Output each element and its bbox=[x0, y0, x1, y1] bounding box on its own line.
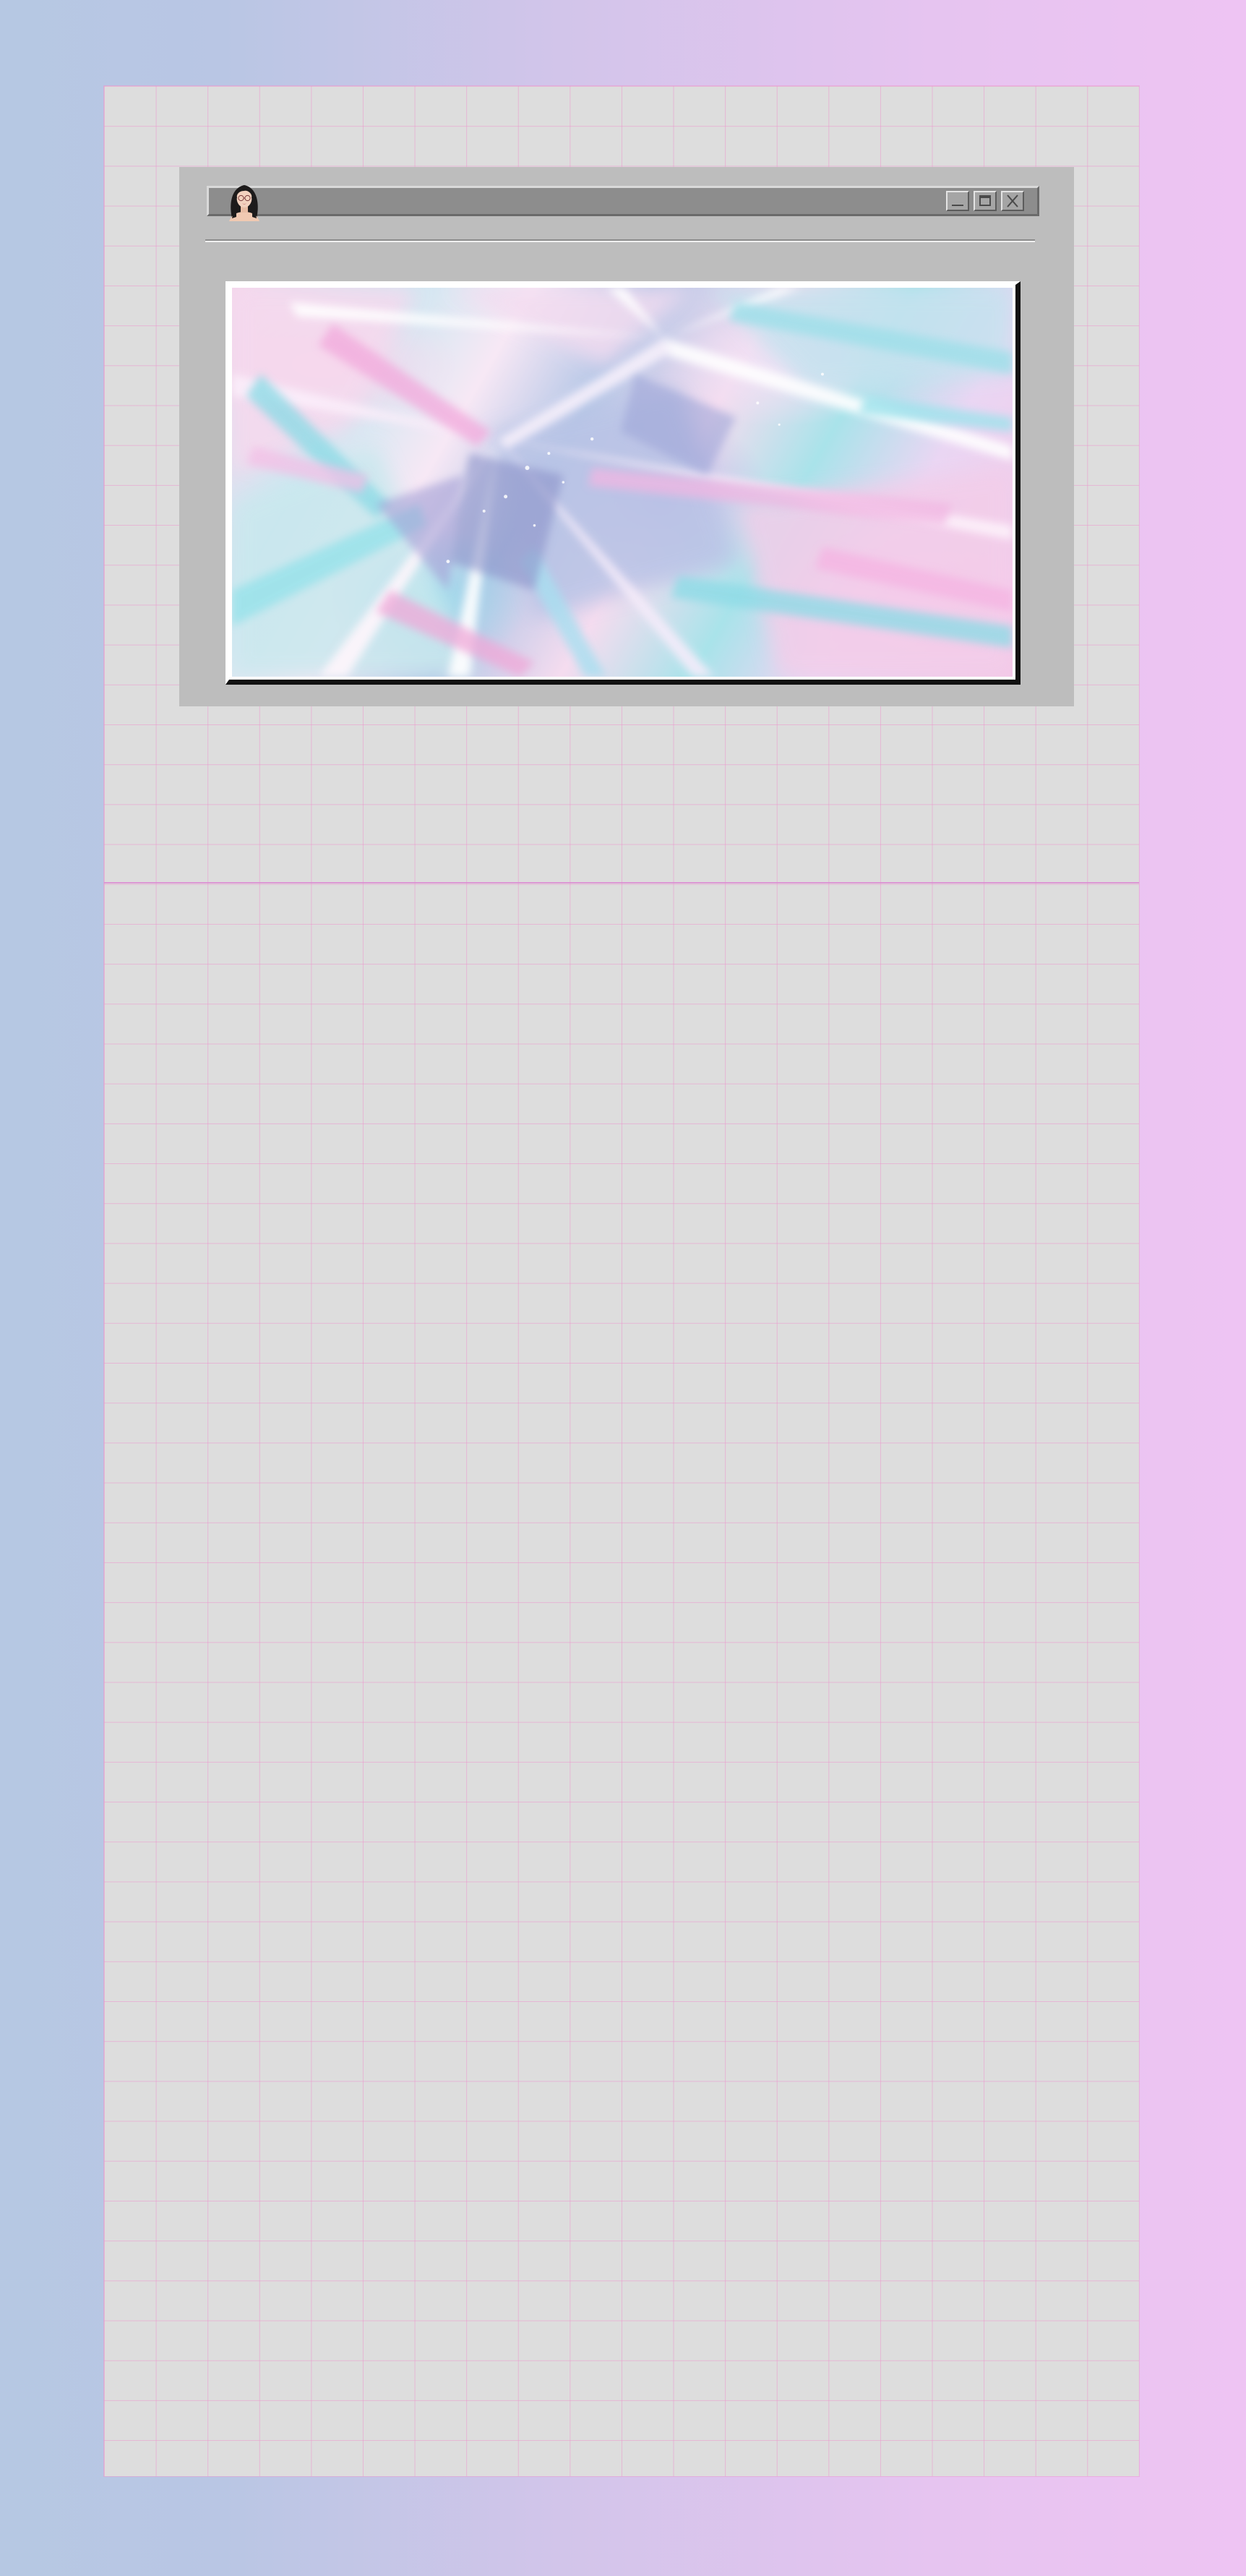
window-separator bbox=[205, 239, 1035, 242]
minimize-icon bbox=[952, 205, 963, 206]
holographic-foil-image bbox=[232, 288, 1013, 677]
retro-window bbox=[179, 167, 1074, 706]
avatar-icon bbox=[225, 181, 264, 221]
paper-fold-line bbox=[104, 882, 1139, 883]
maximize-button[interactable] bbox=[974, 191, 997, 211]
minimize-button[interactable] bbox=[946, 191, 969, 211]
close-button[interactable] bbox=[1001, 191, 1024, 211]
window-controls bbox=[946, 191, 1024, 211]
holographic-image-frame bbox=[225, 281, 1021, 685]
window-titlebar[interactable] bbox=[207, 185, 1039, 221]
maximize-icon bbox=[979, 195, 991, 206]
close-icon bbox=[1007, 194, 1018, 207]
